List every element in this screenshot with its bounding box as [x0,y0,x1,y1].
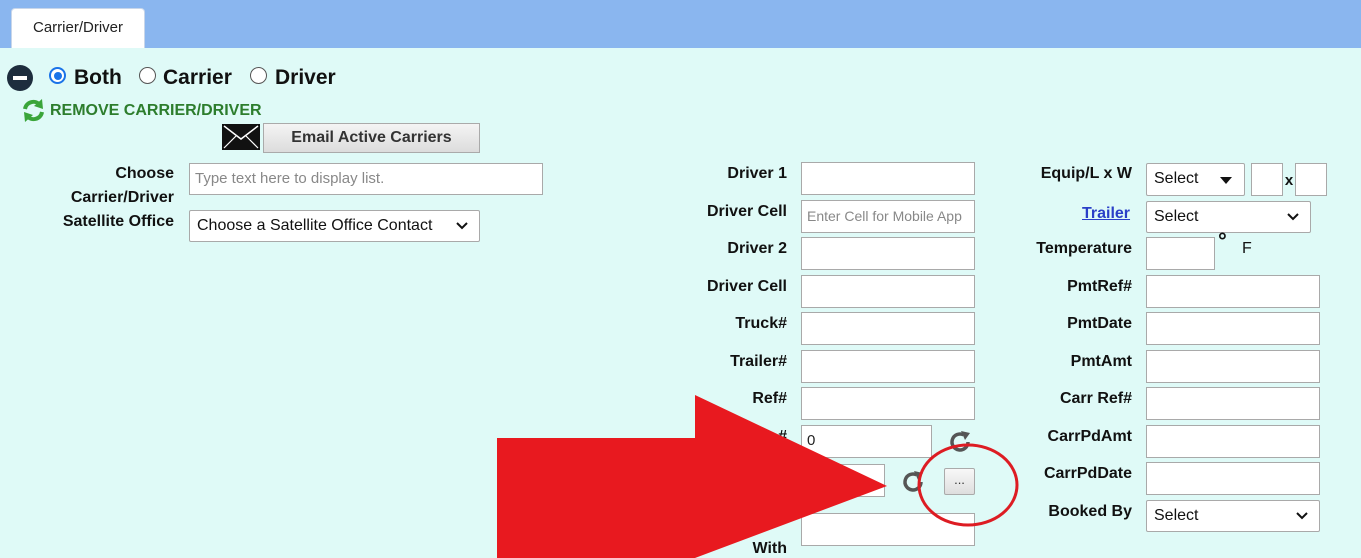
refresh-icon-2[interactable] [901,470,925,494]
with-input[interactable] [801,513,975,546]
driver2-cell-input[interactable] [801,275,975,308]
trailer-number-label: Trailer# [730,353,787,370]
pmtamt-label: PmtAmt [1070,353,1132,370]
width-input[interactable] [1295,163,1327,196]
driver2-label: Driver 2 [727,240,787,257]
length-input[interactable] [1251,163,1283,196]
satellite-office-label: Satellite Office [62,213,174,230]
radio-both-label[interactable]: Both [74,66,122,90]
carrpdamt-input[interactable] [1146,425,1320,458]
booked-by-label: Booked By [1048,503,1132,520]
email-active-carriers-button[interactable]: Email Active Carriers [263,123,480,153]
radio-carrier[interactable] [139,67,156,84]
driver2-input[interactable] [801,237,975,270]
radio-driver-label[interactable]: Driver [275,66,336,90]
pmtref-input[interactable] [1146,275,1320,308]
driver-cell-label: Driver Cell [706,203,787,220]
refresh-green-icon[interactable] [21,98,46,123]
carrpdamt-label: CarrPdAmt [1047,428,1132,445]
carrref-label: Carr Ref# [1059,390,1132,407]
collapse-icon[interactable] [7,65,33,91]
driver-cell-placeholder: Enter Cell for Mobile App [807,208,962,224]
driver2-cell-label: Driver Cell [706,278,787,295]
driver1-label: Driver 1 [727,165,787,182]
trailer-number-input[interactable] [801,350,975,383]
tab-bar: Carrier/Driver [0,0,1361,48]
pmtamt-input[interactable] [1146,350,1320,383]
trailer-select-value: Select [1154,208,1199,225]
carrpddate-input[interactable] [1146,462,1320,495]
carrref-input[interactable] [1146,387,1320,420]
pmtdate-input[interactable] [1146,312,1320,345]
secondary-input[interactable] [801,464,885,497]
trailer-select[interactable]: Select [1146,201,1311,233]
trailer-link[interactable]: Trailer [1082,205,1130,223]
chevron-down-icon [1287,213,1299,221]
equip-select[interactable]: Select [1146,163,1245,196]
choose-carrier-driver-input[interactable]: Type text here to display list. [189,163,543,195]
envelope-icon[interactable] [222,124,260,150]
more-options-button[interactable]: ... [944,468,975,495]
booked-by-select[interactable]: Select [1146,500,1320,532]
equip-label: Equip/L x W [1040,165,1132,182]
chevron-down-icon [456,222,468,230]
choose-label-line1: Choose [115,165,174,182]
satellite-office-select[interactable]: Choose a Satellite Office Contact [189,210,480,242]
x-separator: x [1284,172,1294,189]
fahrenheit-label: F [1242,240,1252,257]
ref-input[interactable] [801,387,975,420]
remove-carrier-driver-link[interactable]: REMOVE CARRIER/DRIVER [50,102,262,120]
partial-number-label: # [778,428,787,445]
temperature-label: Temperature [1036,240,1132,257]
truck-input[interactable] [801,312,975,345]
truck-label: Truck# [735,315,787,332]
pmtref-label: PmtRef# [1067,278,1132,295]
driver-cell-input[interactable]: Enter Cell for Mobile App [801,200,975,233]
caret-down-icon [1220,177,1232,184]
booked-by-value: Select [1154,507,1199,524]
temperature-input[interactable] [1146,237,1215,270]
choose-label-line2: Carrier/Driver [70,189,174,206]
radio-driver[interactable] [250,67,267,84]
number-input[interactable]: 0 [801,425,932,458]
ref-label: Ref# [752,390,787,407]
driver1-input[interactable] [801,162,975,195]
with-label: With [752,540,787,557]
carrpddate-label: CarrPdDate [1043,465,1132,482]
choose-carrier-placeholder: Type text here to display list. [195,170,385,187]
degree-symbol: ° [1218,228,1227,253]
chevron-down-icon [1296,512,1308,520]
satellite-office-value: Choose a Satellite Office Contact [197,217,433,234]
radio-carrier-label[interactable]: Carrier [163,66,232,90]
refresh-icon[interactable] [948,430,972,454]
radio-both[interactable] [49,67,66,84]
tab-carrier-driver[interactable]: Carrier/Driver [11,8,145,48]
pmtdate-label: PmtDate [1067,315,1132,332]
equip-select-value: Select [1154,170,1199,187]
